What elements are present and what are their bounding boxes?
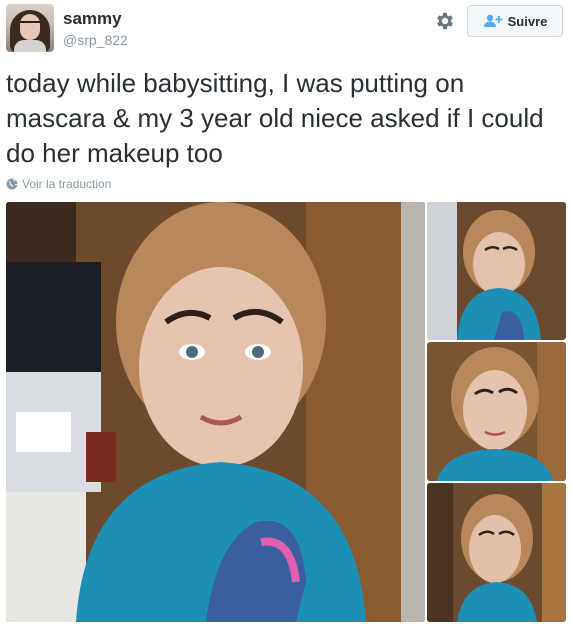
- add-user-icon: [483, 14, 503, 27]
- translate-link[interactable]: Voir la traduction: [6, 177, 111, 191]
- tweet-photo-4[interactable]: [427, 483, 566, 622]
- user-name[interactable]: sammy: [63, 9, 122, 29]
- tweet-card: sammy @srp_822 Suivre today while babysi…: [0, 0, 572, 626]
- tweet-text: today while babysitting, I was putting o…: [6, 68, 544, 168]
- gear-icon[interactable]: [434, 10, 456, 32]
- tweet-photo-2[interactable]: [427, 202, 566, 340]
- follow-button-label: Suivre: [507, 13, 548, 29]
- user-handle[interactable]: @srp_822: [63, 32, 128, 48]
- tweet-photo-main[interactable]: [6, 202, 425, 622]
- avatar[interactable]: [6, 4, 54, 52]
- follow-button[interactable]: Suivre: [467, 5, 563, 37]
- translate-label: Voir la traduction: [22, 177, 112, 191]
- tweet-photo-3[interactable]: [427, 342, 566, 481]
- globe-icon: [6, 178, 18, 190]
